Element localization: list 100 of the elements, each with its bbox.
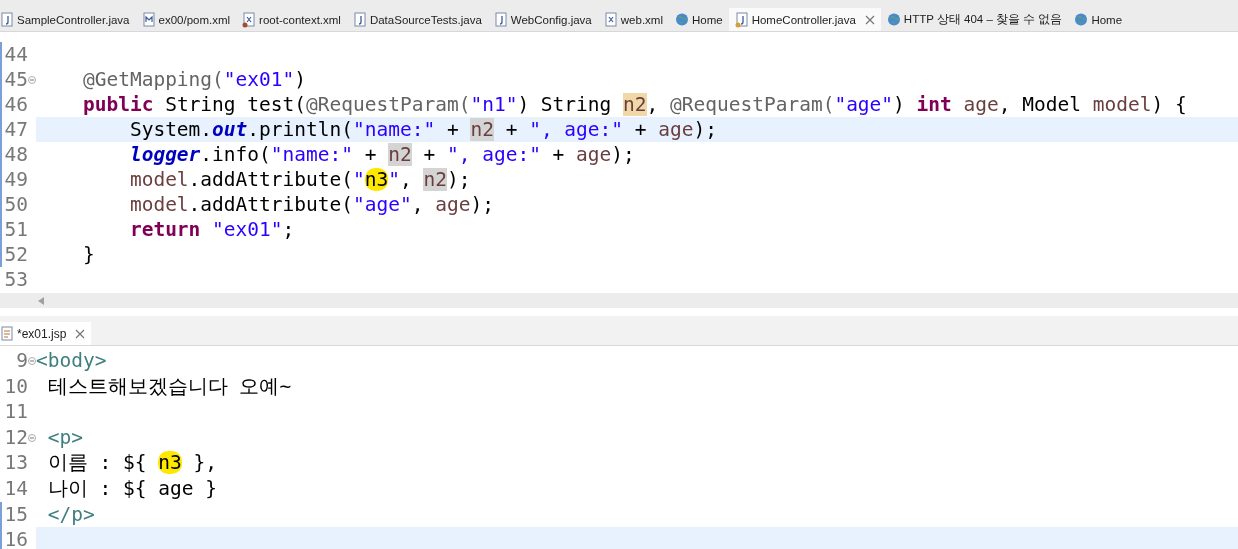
line-number: 45	[3, 67, 28, 92]
code-token: +	[445, 118, 460, 141]
line-number: 44	[3, 42, 28, 67]
code-token: @GetMapping(	[82, 68, 224, 91]
code-token: <body>	[36, 349, 107, 372]
code-token: "age"	[834, 93, 894, 116]
code-token: ", age:"	[529, 118, 624, 141]
editor-tab[interactable]: web.xml	[597, 8, 669, 31]
highlighted-token: n2	[470, 118, 494, 141]
code-token: +	[422, 143, 437, 166]
editor-tab[interactable]: WebConfig.java	[487, 8, 598, 31]
line-number: 53	[3, 267, 28, 292]
code-token: age	[435, 193, 471, 216]
line-number: 46	[3, 92, 28, 117]
code-token: +	[551, 143, 566, 166]
code-token: },	[192, 451, 217, 475]
code-token: ", age:"	[446, 143, 541, 166]
java-file-icon	[734, 11, 749, 28]
code-token: model	[1092, 93, 1152, 116]
collapse-icon[interactable]	[28, 75, 36, 84]
code-token: +	[504, 118, 519, 141]
code-token: logger	[129, 143, 201, 166]
globe-icon	[1074, 11, 1089, 28]
code-token: @RequestParam(	[670, 93, 835, 116]
line-number: 50	[3, 192, 28, 217]
line-number: 16	[3, 527, 28, 549]
collapse-icon[interactable]	[28, 433, 36, 442]
code-token: "	[388, 168, 400, 191]
code-token: );	[611, 143, 635, 166]
editor-tab[interactable]: SampleController.java	[0, 8, 136, 31]
editor-tab[interactable]: HomeController.java	[728, 8, 881, 31]
line-number: 51	[3, 217, 28, 242]
code-token: )	[893, 93, 906, 116]
highlighted-token: n3	[158, 451, 182, 475]
code-token: )	[294, 68, 307, 91]
code-token: "	[353, 168, 365, 191]
editor-tab[interactable]: HTTP 상태 404 – 찾을 수 없음	[880, 8, 1069, 31]
close-icon[interactable]	[75, 328, 86, 339]
java-file-icon	[0, 11, 14, 28]
xml-file-icon	[603, 11, 618, 28]
java-file-icon	[493, 11, 508, 28]
editor-tab[interactable]: Home	[668, 8, 729, 31]
code-token: .addAttribute(	[188, 193, 353, 216]
code-token: <p>	[47, 425, 83, 449]
code-token: age	[962, 93, 999, 116]
java-file-icon	[352, 11, 367, 28]
line-number: 14	[3, 475, 28, 502]
collapse-icon[interactable]	[28, 356, 36, 365]
code-token: "n1"	[470, 93, 518, 116]
code-token: );	[693, 118, 717, 141]
code-token: "ex01"	[211, 218, 283, 241]
code-token: 테스트해보겠습니다 오예~	[47, 374, 292, 398]
code-token: , Model	[998, 93, 1082, 116]
editor-tab[interactable]: *ex01.jsp	[0, 322, 92, 345]
code-token: int	[916, 93, 952, 116]
code-token: out	[212, 118, 248, 141]
line-number: 15	[3, 501, 28, 528]
code-token: "age"	[353, 193, 412, 216]
highlighted-token: n3	[364, 168, 389, 191]
line-number: 11	[3, 399, 28, 425]
code-token: ,	[646, 93, 660, 116]
editor-tab[interactable]: Home	[1068, 8, 1129, 31]
code-token: model	[129, 168, 189, 191]
horizontal-scrollbar[interactable]	[0, 293, 1238, 308]
code-token: "ex01"	[223, 68, 295, 91]
code-token: System.	[129, 118, 213, 141]
code-token: 이름 : ${	[47, 451, 148, 475]
editor-tab[interactable]: ex00/pom.xml	[135, 8, 237, 31]
line-number: 10	[3, 373, 28, 400]
highlighted-token: n2	[388, 143, 412, 166]
code-token: );	[470, 193, 494, 216]
close-icon[interactable]	[864, 14, 875, 25]
code-token: .info(	[200, 143, 271, 166]
code-token: ) {	[1151, 93, 1187, 116]
scroll-left-icon[interactable]	[38, 296, 44, 305]
code-token: </p>	[47, 502, 95, 526]
code-token: ) String	[517, 93, 613, 116]
line-number: 9	[15, 348, 28, 374]
editor-tab[interactable]: DataSourceTests.java	[346, 8, 488, 31]
code-token: +	[633, 118, 648, 141]
code-token: "name:"	[270, 143, 353, 166]
xml-file-icon	[242, 11, 257, 28]
line-number: 47	[3, 117, 28, 142]
code-token: ;	[282, 218, 295, 241]
code-token: );	[446, 168, 471, 191]
jsp-file-icon	[0, 325, 14, 342]
code-token: age	[576, 143, 612, 166]
editor-tab[interactable]: root-context.xml	[236, 8, 347, 31]
code-token: ,	[399, 168, 413, 191]
highlighted-token: n2	[623, 93, 647, 116]
code-token: public	[82, 93, 154, 116]
line-number: 12	[3, 424, 28, 451]
code-token: String test(	[164, 93, 307, 116]
line-number: 52	[3, 242, 28, 267]
code-token: @RequestParam(	[306, 93, 471, 116]
globe-icon	[674, 11, 689, 28]
highlighted-token: n2	[423, 168, 447, 191]
maven-file-icon	[141, 11, 156, 28]
code-token: +	[363, 143, 378, 166]
code-token: ,	[411, 193, 425, 216]
